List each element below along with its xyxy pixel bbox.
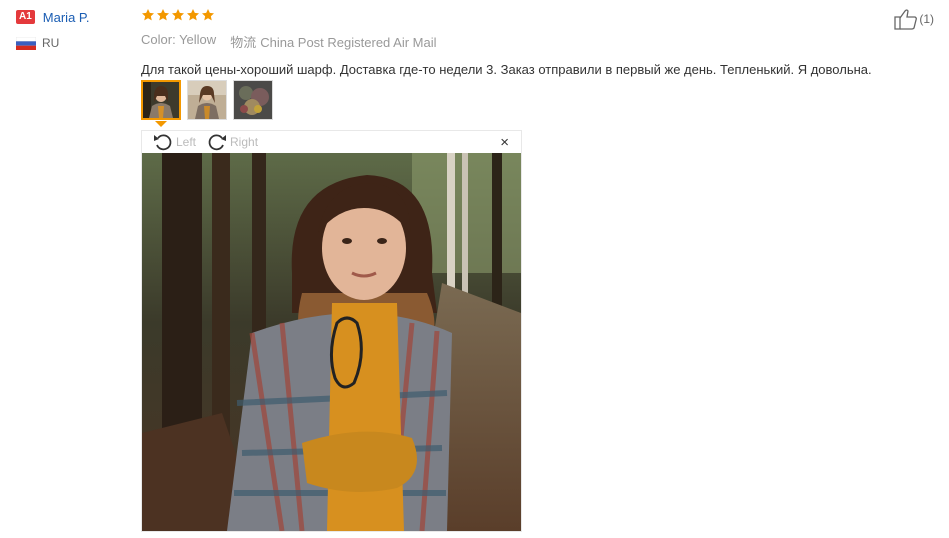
star-icon [141, 9, 155, 21]
star-icon [171, 9, 185, 21]
color-value: Yellow [179, 32, 217, 47]
user-level-badge: A1 [16, 10, 35, 24]
review-photo-thumbnail[interactable] [141, 80, 181, 120]
star-icon [201, 9, 215, 21]
rotate-left-icon [154, 134, 172, 151]
review-body: Color: Yellow 物流 China Post Registered Ai… [141, 6, 941, 77]
rotate-right-label: Right [230, 135, 259, 149]
active-thumbnail-pointer [155, 121, 167, 127]
photo-thumbnail-image [143, 82, 179, 118]
shipping-method: China Post Registered Air Mail [260, 35, 437, 50]
close-icon[interactable]: × [500, 134, 509, 151]
star-icon [156, 9, 170, 21]
review-meta: Color: Yellow 物流 China Post Registered Ai… [141, 32, 941, 51]
review-photo-thumbnails [141, 80, 273, 120]
review-text: Для такой цены-хороший шарф. Доставка гд… [141, 62, 872, 77]
color-label: Color: [141, 32, 176, 47]
photo-viewer: Left Right × [141, 130, 522, 532]
photo-thumbnail-image [234, 81, 272, 119]
shipping-icon: 物流 [230, 35, 257, 50]
photo-thumbnail-image [188, 81, 226, 119]
helpful-like-button[interactable]: (1) [893, 8, 934, 30]
review-photo-thumbnail[interactable] [233, 80, 273, 120]
country-code: RU [42, 36, 60, 50]
rotate-right-icon [208, 134, 227, 151]
star-icon [186, 9, 200, 21]
flag-ru-icon [16, 36, 36, 50]
star-rating [141, 6, 941, 24]
thumbs-up-icon [894, 9, 918, 30]
review-photo-thumbnail[interactable] [187, 80, 227, 120]
reviewer-info: A1 Maria P. RU [16, 8, 90, 50]
like-count: (1) [919, 12, 934, 26]
rotate-left-button[interactable]: Left [152, 132, 196, 152]
viewer-toolbar: Left Right × [142, 131, 521, 153]
rotate-left-label: Left [176, 135, 197, 149]
reviewer-name-link[interactable]: Maria P. [43, 10, 90, 25]
rotate-right-button[interactable]: Right [206, 132, 258, 152]
review-photo-large [142, 153, 521, 531]
